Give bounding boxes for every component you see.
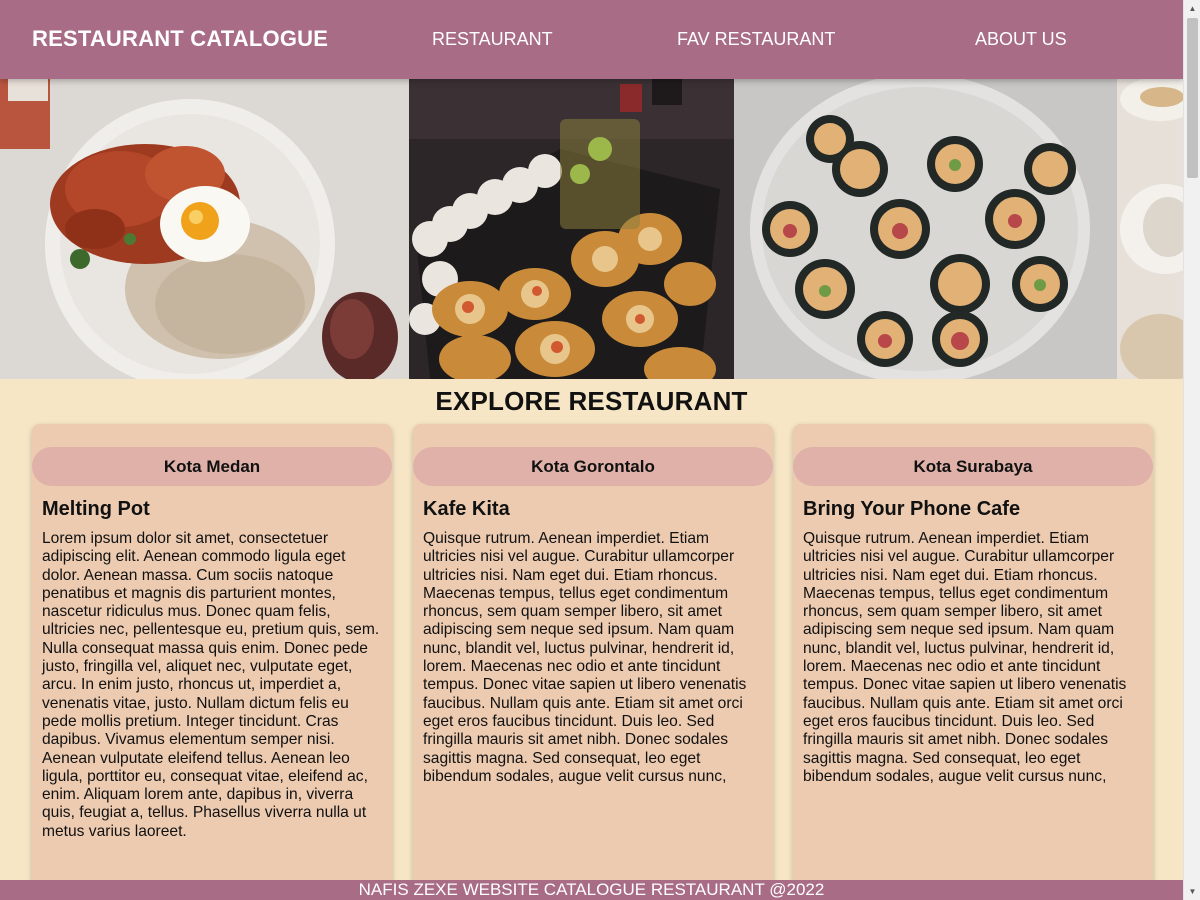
city-badge: Kota Surabaya: [793, 447, 1153, 486]
restaurant-card[interactable]: Kota Surabaya Bring Your Phone Cafe Quis…: [793, 424, 1153, 894]
scroll-up-arrow-icon[interactable]: ▲: [1184, 0, 1200, 17]
hero-photo-side-dish: [1117, 79, 1183, 379]
city-badge: Kota Gorontalo: [413, 447, 773, 486]
hero-photo-kimbap: [734, 79, 1117, 379]
restaurant-name[interactable]: Bring Your Phone Cafe: [803, 498, 1020, 521]
hero-image: [0, 79, 1183, 379]
restaurant-card[interactable]: Kota Medan Melting Pot Lorem ipsum dolor…: [32, 424, 392, 894]
restaurant-name[interactable]: Kafe Kita: [423, 498, 510, 521]
hero-photo-sushi: [409, 79, 734, 379]
city-badge: Kota Medan: [32, 447, 392, 486]
nav-link-restaurant[interactable]: RESTAURANT: [432, 29, 553, 50]
restaurant-description: Quisque rutrum. Aenean imperdiet. Etiam …: [803, 530, 1127, 785]
scroll-down-arrow-icon[interactable]: ▼: [1184, 883, 1200, 900]
site-brand[interactable]: RESTAURANT CATALOGUE: [32, 26, 328, 52]
nav-link-about-us[interactable]: ABOUT US: [975, 29, 1067, 50]
scrollbar-thumb[interactable]: [1187, 18, 1198, 178]
site-footer: NAFIS ZEXE WEBSITE CATALOGUE RESTAURANT …: [0, 880, 1183, 900]
hero-photo-chicken-rice: [0, 79, 409, 379]
explore-restaurant-title: EXPLORE RESTAURANT: [435, 386, 748, 416]
restaurant-description: Quisque rutrum. Aenean imperdiet. Etiam …: [423, 530, 747, 785]
hero-banner: [0, 79, 1183, 379]
restaurant-card[interactable]: Kota Gorontalo Kafe Kita Quisque rutrum.…: [413, 424, 773, 894]
restaurant-description: Lorem ipsum dolor sit amet, consectetuer…: [42, 530, 380, 840]
restaurant-name[interactable]: Melting Pot: [42, 498, 150, 521]
app-header: RESTAURANT CATALOGUE RESTAURANT FAV REST…: [0, 0, 1183, 79]
page-viewport: RESTAURANT CATALOGUE RESTAURANT FAV REST…: [0, 0, 1183, 900]
vertical-scrollbar[interactable]: ▲ ▼: [1183, 0, 1200, 900]
nav-link-fav-restaurant[interactable]: FAV RESTAURANT: [677, 29, 835, 50]
